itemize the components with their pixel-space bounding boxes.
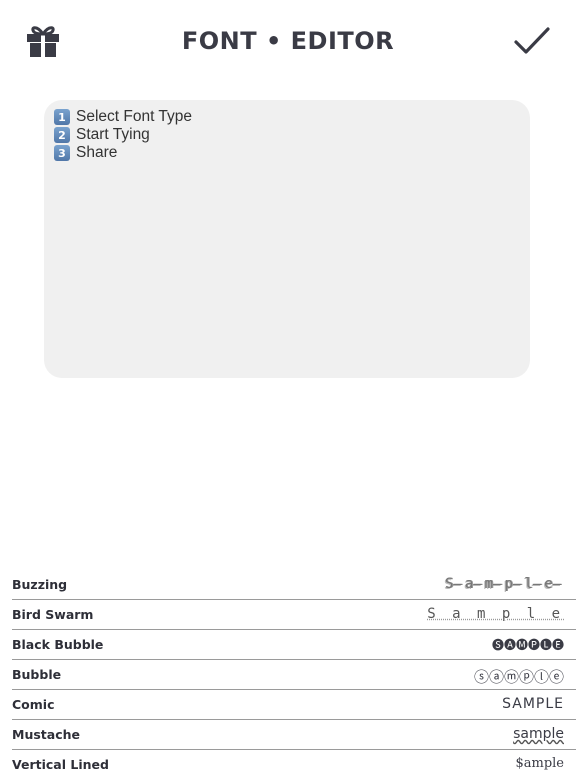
font-row-bubble[interactable]: Bubble ⓢⓐⓜⓟⓛⓔ (12, 660, 576, 690)
font-name: Vertical Lined (12, 757, 109, 772)
font-sample: 🅢🅐🅜🅟🅛🅔 (491, 638, 564, 652)
font-sample: S̶a̶m̶p̶l̶e̶ (444, 576, 564, 592)
font-row-mustache[interactable]: Mustache sample (12, 720, 576, 750)
font-row-vertical-lined[interactable]: Vertical Lined $ample (12, 750, 576, 780)
font-sample: $ample (515, 756, 564, 771)
font-name: Buzzing (12, 577, 68, 592)
instruction-text: Share (76, 144, 118, 161)
page-title: FONT • EDITOR (181, 27, 395, 55)
font-name: Comic (12, 697, 55, 712)
instruction-text: Start Tying (76, 126, 150, 143)
font-row-comic[interactable]: Comic SAMPLE (12, 690, 576, 720)
font-name: Bubble (12, 667, 62, 682)
font-name: Black Bubble (12, 637, 104, 652)
text-editor-area[interactable]: 1 Select Font Type 2 Start Tying 3 Share (44, 100, 530, 378)
instruction-step: 3 Share (54, 144, 520, 162)
keycap-two-icon: 2 (54, 127, 70, 143)
font-row-buzzing[interactable]: Buzzing S̶a̶m̶p̶l̶e̶ (12, 570, 576, 600)
font-type-list: Buzzing S̶a̶m̶p̶l̶e̶ Bird Swarm S a m p … (0, 570, 576, 780)
instruction-text: Select Font Type (76, 108, 193, 125)
font-sample: SAMPLE (502, 696, 564, 712)
instruction-step: 2 Start Tying (54, 126, 520, 144)
font-name: Bird Swarm (12, 607, 94, 622)
font-sample: sample (513, 726, 564, 742)
instruction-step: 1 Select Font Type (54, 108, 520, 126)
font-row-black-bubble[interactable]: Black Bubble 🅢🅐🅜🅟🅛🅔 (12, 630, 576, 660)
font-sample: S a m p l e (427, 606, 564, 622)
checkmark-icon[interactable] (514, 26, 550, 56)
app-header: FONT • EDITOR (0, 0, 576, 84)
keycap-one-icon: 1 (54, 109, 70, 125)
font-sample: ⓢⓐⓜⓟⓛⓔ (473, 668, 564, 686)
keycap-three-icon: 3 (54, 145, 70, 161)
font-row-bird-swarm[interactable]: Bird Swarm S a m p l e (12, 600, 576, 630)
font-name: Mustache (12, 727, 80, 742)
